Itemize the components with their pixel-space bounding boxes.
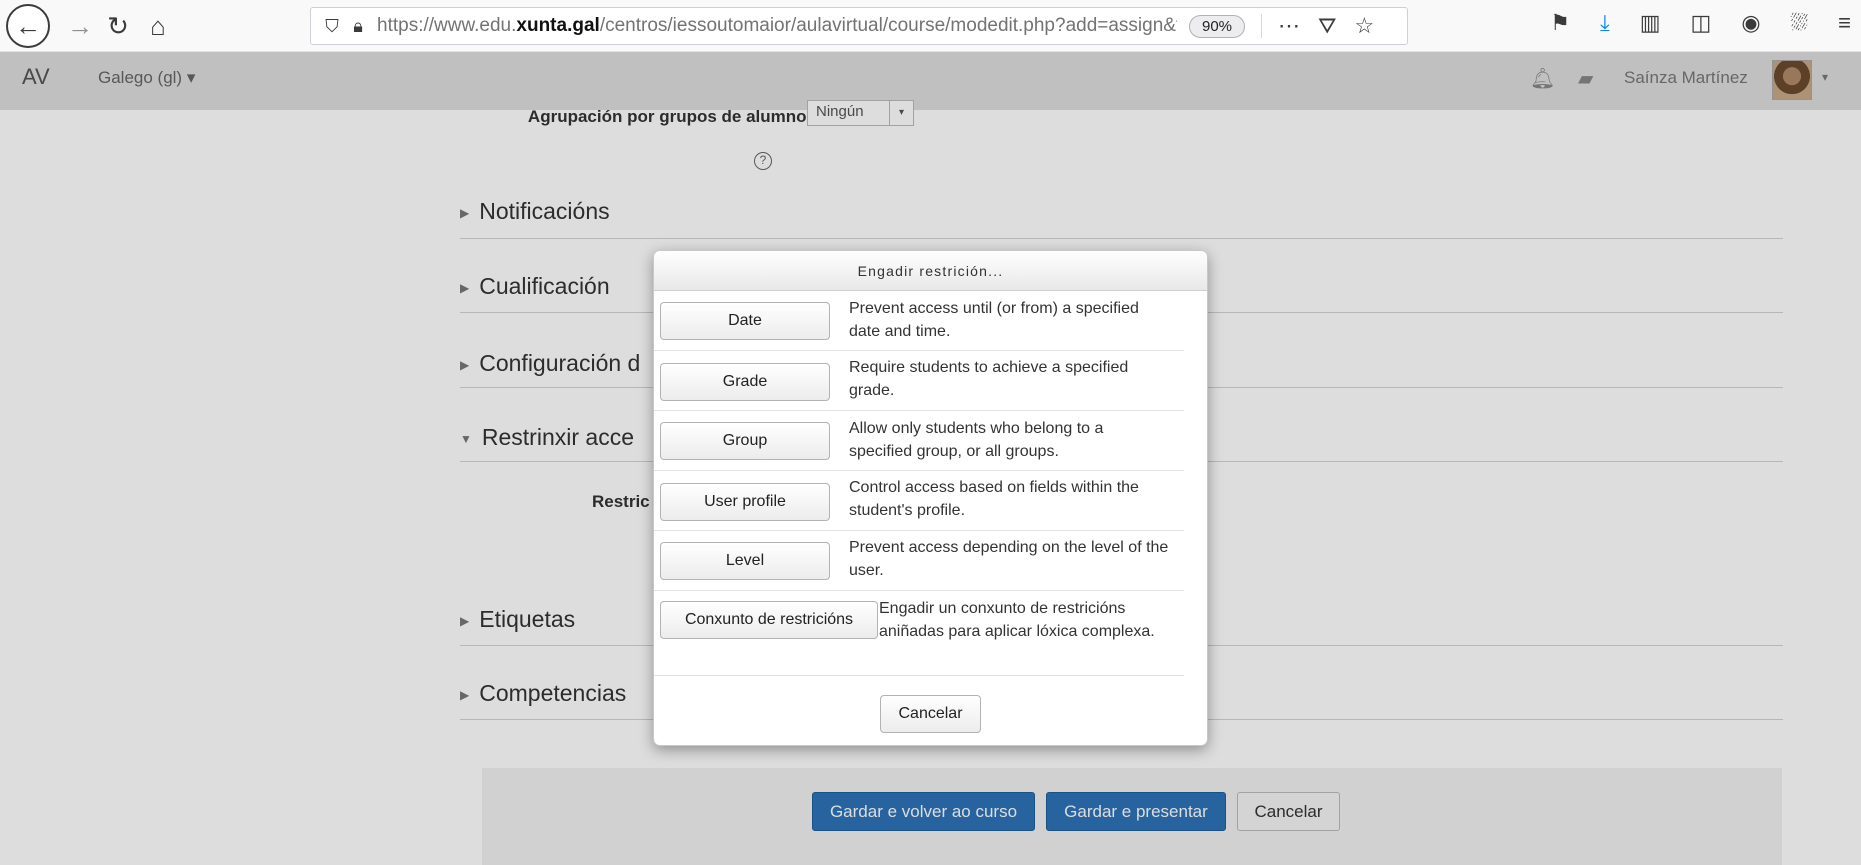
option-description: Engadir un conxunto de restricións aniña… — [879, 600, 1155, 640]
add-restriction-dialog: Engadir restrición... Date Prevent acces… — [653, 250, 1208, 746]
page-actions-icon[interactable]: ⋯ — [1278, 13, 1300, 39]
shield-icon[interactable]: ⛉ — [319, 16, 345, 37]
group-button[interactable]: Group — [660, 422, 830, 460]
url-prefix: https://www.edu. — [377, 15, 517, 36]
browser-toolbar: ← → ↻ ⌂ ⛉ 🔒︎ https://www.edu.xunta.gal/c… — [0, 0, 1861, 52]
home-icon: ⌂ — [150, 10, 166, 41]
url-text[interactable]: https://www.edu.xunta.gal/centros/iessou… — [377, 15, 1177, 37]
restriction-option-date: Date Prevent access until (or from) a sp… — [654, 291, 1184, 351]
menu-icon[interactable]: ≡ — [1838, 10, 1851, 36]
restriction-option-set: Conxunto de restricións Engadir un conxu… — [654, 591, 1184, 676]
grade-button[interactable]: Grade — [660, 363, 830, 401]
zoom-indicator[interactable]: 90% — [1189, 14, 1246, 38]
arrow-right-icon: → — [67, 10, 93, 41]
toolbar-right: ⚑ ⤓ ▥ ◫ ◉ ⛆ ≡ — [1550, 10, 1851, 36]
level-button[interactable]: Level — [660, 542, 830, 580]
bookmark-star-icon[interactable]: ☆ — [1355, 13, 1375, 39]
restriction-option-user-profile: User profile Control access based on fie… — [654, 471, 1184, 531]
option-description: Allow only students who belong to a spec… — [849, 420, 1104, 460]
pocket-icon[interactable]: ⛛ — [1318, 13, 1336, 39]
reload-icon: ↻ — [107, 10, 129, 41]
restriction-set-button[interactable]: Conxunto de restricións — [660, 601, 878, 639]
dialog-cancel-button[interactable]: Cancelar — [880, 695, 981, 733]
url-path: /centros/iessoutomaior/aulavirtual/cours… — [599, 15, 1177, 36]
url-actions: ⋯ ⛛ ☆ — [1278, 13, 1374, 39]
restriction-option-group: Group Allow only students who belong to … — [654, 411, 1184, 471]
date-button[interactable]: Date — [660, 302, 830, 340]
back-button[interactable]: ← — [6, 4, 50, 48]
arrow-left-icon: ← — [6, 4, 50, 48]
sidebar-icon[interactable]: ◫ — [1691, 10, 1712, 36]
extension-icon[interactable]: ⛆ — [1791, 10, 1809, 36]
option-description: Prevent access depending on the level of… — [849, 539, 1169, 579]
synced-tabs-icon[interactable]: ⚑ — [1550, 10, 1570, 36]
library-icon[interactable]: ▥ — [1640, 10, 1661, 36]
reload-button[interactable]: ↻ — [96, 4, 140, 48]
dialog-title: Engadir restrición... — [654, 251, 1207, 291]
url-separator — [1261, 14, 1263, 38]
lock-icon[interactable]: 🔒︎ — [345, 16, 371, 37]
address-bar[interactable]: ⛉ 🔒︎ https://www.edu.xunta.gal/centros/i… — [310, 7, 1408, 45]
option-description: Require students to achieve a specified … — [849, 359, 1129, 399]
downloads-icon[interactable]: ⤓ — [1600, 10, 1610, 36]
account-icon[interactable]: ◉ — [1741, 10, 1760, 36]
url-domain: xunta.gal — [516, 15, 600, 36]
restriction-option-level: Level Prevent access depending on the le… — [654, 531, 1184, 591]
home-button[interactable]: ⌂ — [136, 4, 180, 48]
user-profile-button[interactable]: User profile — [660, 483, 830, 521]
option-description: Prevent access until (or from) a specifi… — [849, 300, 1139, 340]
option-description: Control access based on fields within th… — [849, 479, 1139, 519]
restriction-option-grade: Grade Require students to achieve a spec… — [654, 351, 1184, 411]
